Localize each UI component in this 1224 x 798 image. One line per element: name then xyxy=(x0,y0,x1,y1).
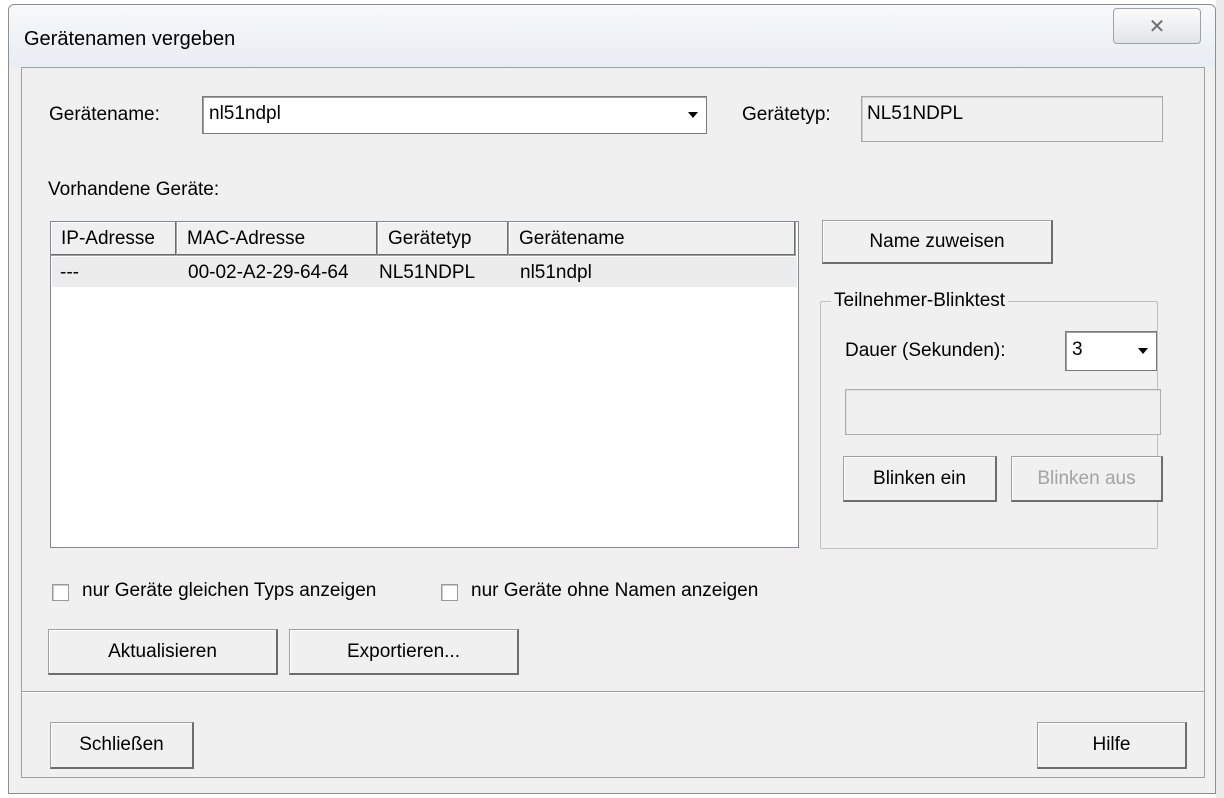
unnamed-checkbox[interactable] xyxy=(441,584,458,601)
export-button[interactable]: Exportieren... xyxy=(289,629,519,675)
column-header-type[interactable]: Gerätetyp xyxy=(378,222,509,256)
column-header-mac[interactable]: MAC-Adresse xyxy=(177,222,378,256)
same-type-label[interactable]: nur Geräte gleichen Typs anzeigen xyxy=(82,580,376,602)
same-type-checkbox[interactable] xyxy=(52,584,69,601)
chevron-down-icon[interactable] xyxy=(1132,334,1154,368)
row-ip-cell: --- xyxy=(60,262,79,283)
bottom-separator xyxy=(22,691,1204,693)
duration-value: 3 xyxy=(1072,339,1083,360)
blink-off-button[interactable]: Blinken aus xyxy=(1011,456,1163,502)
column-header-name[interactable]: Gerätename xyxy=(509,222,796,256)
device-name-label: Gerätename: xyxy=(49,104,160,125)
help-button[interactable]: Hilfe xyxy=(1037,722,1187,769)
duration-combobox[interactable]: 3 xyxy=(1065,331,1157,371)
row-type-cell: NL51NDPL xyxy=(379,262,476,283)
chevron-down-icon[interactable] xyxy=(682,99,704,131)
column-header-ip[interactable]: IP-Adresse xyxy=(51,222,177,256)
unnamed-label[interactable]: nur Geräte ohne Namen anzeigen xyxy=(471,580,758,602)
row-mac-cell: 00-02-A2-29-64-64 xyxy=(188,262,349,283)
refresh-button[interactable]: Aktualisieren xyxy=(48,629,278,675)
row-name-cell: nl51ndpl xyxy=(520,262,592,283)
blink-test-group-title: Teilnehmer-Blinktest xyxy=(831,290,1009,312)
close-button[interactable]: Schließen xyxy=(50,722,194,769)
assign-name-button[interactable]: Name zuweisen xyxy=(822,220,1053,264)
background-edge xyxy=(1216,0,1224,798)
blink-on-button[interactable]: Blinken ein xyxy=(843,456,997,502)
blink-progress-bar xyxy=(845,389,1161,435)
close-window-button[interactable]: ✕ xyxy=(1113,8,1201,44)
device-type-label: Gerätetyp: xyxy=(742,104,831,125)
device-type-field: NL51NDPL xyxy=(861,96,1163,142)
device-type-value: NL51NDPL xyxy=(867,103,964,124)
device-name-combobox[interactable]: nl51ndpl xyxy=(202,96,707,134)
devices-list-label: Vorhandene Geräte: xyxy=(48,179,220,200)
dialog-title: Gerätenamen vergeben xyxy=(24,28,236,50)
duration-label: Dauer (Sekunden): xyxy=(845,340,1006,361)
devices-listview[interactable]: IP-Adresse MAC-Adresse Gerätetyp Geräten… xyxy=(50,221,799,548)
close-icon: ✕ xyxy=(1148,15,1166,38)
device-name-value: nl51ndpl xyxy=(209,103,281,124)
